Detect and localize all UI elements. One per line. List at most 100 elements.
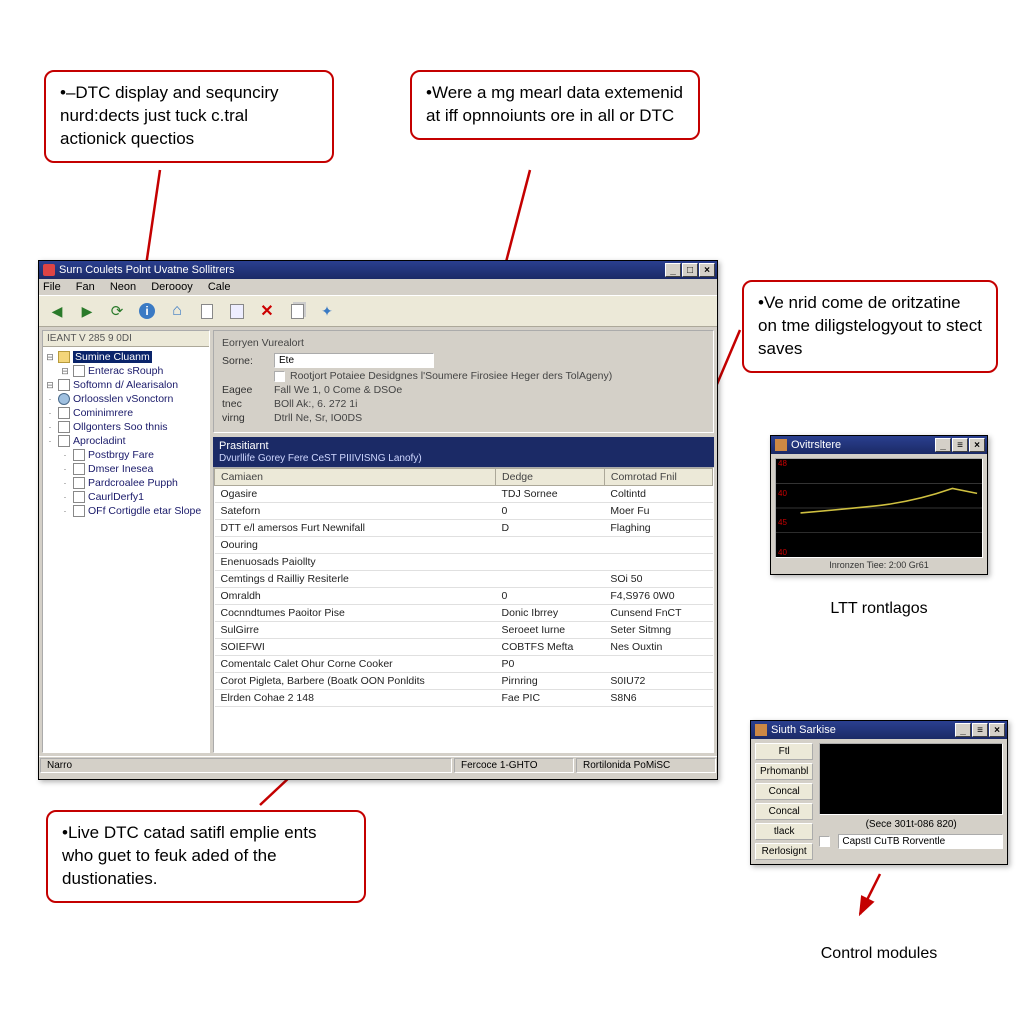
menubar: File Fan Neon Deroooy Cale bbox=[39, 279, 717, 295]
ctrl-close[interactable]: × bbox=[989, 723, 1005, 737]
minimize-button[interactable]: _ bbox=[665, 263, 681, 277]
scope-footer: Inronzen Tiee: 2:00 Gr61 bbox=[775, 558, 983, 570]
info-button[interactable]: i bbox=[135, 299, 159, 323]
data-table[interactable]: CamiaenDedgeComrotad Fnil OgasireTDJ Sor… bbox=[213, 467, 714, 753]
scope-window: Ovitrsltere _ ≡ × 4840 4540 Inronzen Tie… bbox=[770, 435, 988, 575]
scope-icon bbox=[775, 439, 787, 451]
table-row[interactable]: Omraldh0F4,S976 0W0 bbox=[215, 588, 713, 605]
nav-back-button[interactable]: ◀ bbox=[45, 299, 69, 323]
scope-maximize[interactable]: ≡ bbox=[952, 438, 968, 452]
main-titlebar: Surn Coulets Polnt Uvatne Sollitrers _ □… bbox=[39, 261, 717, 279]
status-mid: Fercoce 1-GHTO bbox=[454, 758, 574, 773]
ctrl-titlebar: Siuth Sarkise _ ≡ × bbox=[751, 721, 1007, 739]
ctrl-minimize[interactable]: _ bbox=[955, 723, 971, 737]
ctrl-opt-label: (Sece 301t-086 820) bbox=[819, 819, 1003, 830]
scope-title: Ovitrsltere bbox=[791, 439, 935, 451]
window-title: Surn Coulets Polnt Uvatne Sollitrers bbox=[59, 264, 665, 276]
detail-row-2: EageeFall We 1, 0 Come & DSOe bbox=[222, 384, 705, 396]
tree-view[interactable]: ⊟Sumine Cluanm⊟Enterac sRouph⊟Softomn d/… bbox=[43, 347, 209, 521]
app-icon bbox=[43, 264, 55, 276]
table-row[interactable]: SulGirreSeroeet IurneSeter Sitmng bbox=[215, 622, 713, 639]
scope-display: 4840 4540 bbox=[775, 458, 983, 558]
menu-fan[interactable]: Fan bbox=[76, 281, 95, 293]
tree-item-5[interactable]: ·Ollgonters Soo thnis bbox=[45, 420, 207, 434]
menu-file[interactable]: File bbox=[43, 281, 61, 293]
scope-close[interactable]: × bbox=[969, 438, 985, 452]
detail-row-1: Rootjort Potaiee Desidgnes l'Soumere Fir… bbox=[222, 370, 705, 382]
table-row[interactable]: Elrden Cohae 2 148Fae PICS8N6 bbox=[215, 690, 713, 707]
table-row[interactable]: Cemtings d Railliy ResiterleSOi 50 bbox=[215, 571, 713, 588]
callout-2: •Were a mg mearl data extemenid at iff o… bbox=[410, 70, 700, 140]
ctrl-button-5[interactable]: Rerlosignt bbox=[755, 843, 813, 860]
ctrl-title: Siuth Sarkise bbox=[771, 724, 955, 736]
section-header: Prasitiarnt Dvurllife Gorey Fere CeST PI… bbox=[213, 437, 714, 467]
detail-row-0: Sorne:Ete bbox=[222, 353, 705, 368]
tree-item-10[interactable]: ·CaurlDerfy1 bbox=[45, 490, 207, 504]
tree-item-4[interactable]: ·Cominimrere bbox=[45, 406, 207, 420]
col-header[interactable]: Dedge bbox=[496, 469, 605, 486]
docs-button[interactable] bbox=[225, 299, 249, 323]
ctrl-button-3[interactable]: Concal bbox=[755, 803, 813, 820]
toolbar: ◀ ▶ ⟳ i ⌂ ✕ ✦ bbox=[39, 295, 717, 327]
detail-group-title: Eorryen Vurealort bbox=[222, 337, 705, 349]
ctrl-input[interactable] bbox=[838, 834, 1003, 849]
table-row[interactable]: Comentalc Calet Ohur Corne CookerP0 bbox=[215, 656, 713, 673]
table-row[interactable]: OgasireTDJ SorneeColtintd bbox=[215, 486, 713, 503]
scope-titlebar: Ovitrsltere _ ≡ × bbox=[771, 436, 987, 454]
tree-item-0[interactable]: ⊟Sumine Cluanm bbox=[45, 350, 207, 364]
ctrl-button-0[interactable]: Ftl bbox=[755, 743, 813, 760]
tree-item-3[interactable]: ·Orloosslen vSonctorn bbox=[45, 392, 207, 406]
tree-item-6[interactable]: ·Aprocladint bbox=[45, 434, 207, 448]
tree-item-7[interactable]: ·Postbrgy Fare bbox=[45, 448, 207, 462]
tool-button[interactable]: ✦ bbox=[315, 299, 339, 323]
tree-item-1[interactable]: ⊟Enterac sRouph bbox=[45, 364, 207, 378]
doc-button[interactable] bbox=[195, 299, 219, 323]
table-row[interactable]: Sateforn0Moer Fu bbox=[215, 503, 713, 520]
callout-3: •Ve nrid come de oritzatine on tme dilig… bbox=[742, 280, 998, 373]
maximize-button[interactable]: □ bbox=[682, 263, 698, 277]
refresh-button[interactable]: ⟳ bbox=[105, 299, 129, 323]
tree-item-2[interactable]: ⊟Softomn d/ Alearisalon bbox=[45, 378, 207, 392]
delete-button[interactable]: ✕ bbox=[255, 299, 279, 323]
table-row[interactable]: Enenuosads Paiollty bbox=[215, 554, 713, 571]
col-header[interactable]: Camiaen bbox=[215, 469, 496, 486]
table-row[interactable]: Corot Pigleta, Barbere (Boatk OON Ponldi… bbox=[215, 673, 713, 690]
tree-item-11[interactable]: ·OFf Cortigdle etar Slope bbox=[45, 504, 207, 518]
ctrl-scope bbox=[819, 743, 1003, 815]
statusbar: Narro Fercoce 1-GHTO Rortilonida PoMiSC bbox=[39, 756, 717, 774]
ctrl-button-4[interactable]: tlack bbox=[755, 823, 813, 840]
ctrl-button-1[interactable]: Prhomanbl bbox=[755, 763, 813, 780]
tree-item-9[interactable]: ·Pardcroalee Pupph bbox=[45, 476, 207, 490]
tree-tab[interactable]: IEANT V 285 9 0DI bbox=[43, 331, 209, 347]
detail-row-4: virngDtrll Ne, Sr, IO0DS bbox=[222, 412, 705, 424]
ctrl-button-column: Ftl Prhomanbl Concal Concal tlack Rerlosignt bbox=[755, 743, 813, 860]
scope-caption: LTT rontlagos bbox=[770, 600, 988, 618]
ctrl-icon bbox=[755, 724, 767, 736]
table-row[interactable]: Cocnndtumes Paoitor PiseDonic IbrreyCuns… bbox=[215, 605, 713, 622]
tree-pane: IEANT V 285 9 0DI ⊟Sumine Cluanm⊟Enterac… bbox=[42, 330, 210, 753]
table-row[interactable]: Oouring bbox=[215, 537, 713, 554]
table-row[interactable]: DTT e/l amersos Furt NewnifallDFlaghing bbox=[215, 520, 713, 537]
nav-fwd-button[interactable]: ▶ bbox=[75, 299, 99, 323]
copy-button[interactable] bbox=[285, 299, 309, 323]
col-header[interactable]: Comrotad Fnil bbox=[604, 469, 712, 486]
detail-panel: Eorryen Vurealort Sorne:Ete Rootjort Pota… bbox=[213, 330, 714, 433]
detail-row-3: tnecBOll Ak:, 6. 272 1i bbox=[222, 398, 705, 410]
callout-1: •–DTC display and sequnciry nurd:dects j… bbox=[44, 70, 334, 163]
menu-cale[interactable]: Cale bbox=[208, 281, 231, 293]
status-right: Rortilonida PoMiSC bbox=[576, 758, 716, 773]
callout-4: •Live DTC catad satifl emplie ents who g… bbox=[46, 810, 366, 903]
menu-deroooy[interactable]: Deroooy bbox=[151, 281, 193, 293]
status-left: Narro bbox=[40, 758, 452, 773]
close-button[interactable]: × bbox=[699, 263, 715, 277]
menu-neon[interactable]: Neon bbox=[110, 281, 136, 293]
home-button[interactable]: ⌂ bbox=[165, 299, 189, 323]
ctrl-checkbox[interactable] bbox=[819, 836, 830, 847]
tree-item-8[interactable]: ·Dmser Inesea bbox=[45, 462, 207, 476]
ctrl-maximize[interactable]: ≡ bbox=[972, 723, 988, 737]
detail-checkbox[interactable] bbox=[274, 371, 285, 382]
scope-minimize[interactable]: _ bbox=[935, 438, 951, 452]
table-row[interactable]: SOIEFWICOBTFS MeftaNes Ouxtin bbox=[215, 639, 713, 656]
ctrl-button-2[interactable]: Concal bbox=[755, 783, 813, 800]
section-title: Prasitiarnt bbox=[219, 440, 269, 452]
